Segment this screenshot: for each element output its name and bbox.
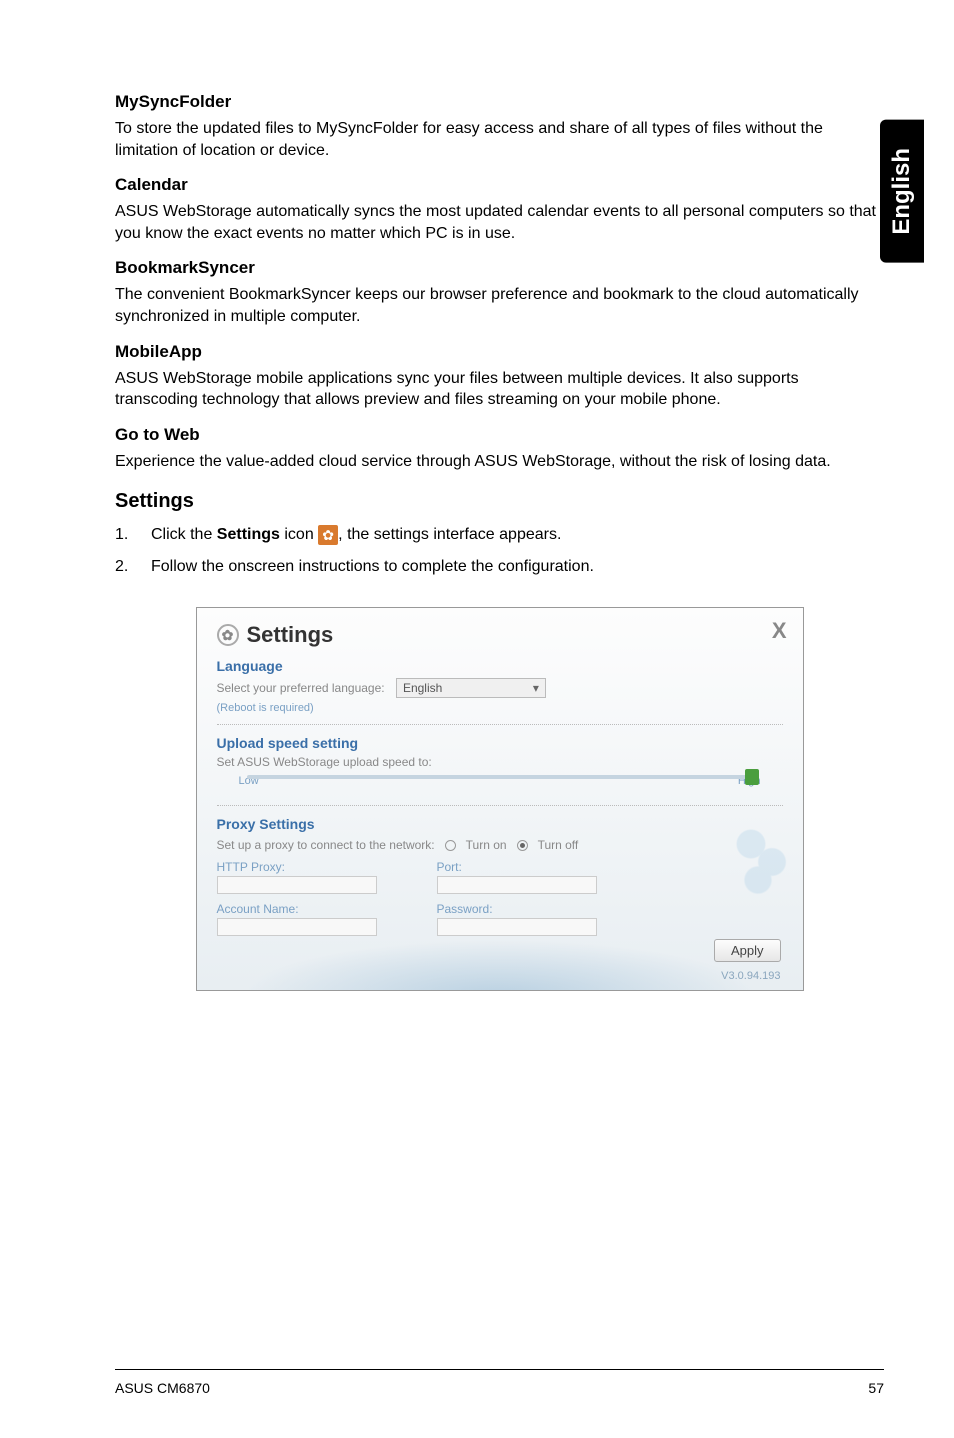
calendar-heading: Calendar — [115, 175, 884, 195]
bookmarksyncer-body: The convenient BookmarkSyncer keeps our … — [115, 284, 884, 327]
account-label: Account Name: — [217, 902, 377, 916]
proxy-turn-off-radio[interactable] — [517, 840, 528, 851]
upload-speed-slider-wrap: Low High — [217, 775, 783, 795]
proxy-account-row: Account Name: Password: — [217, 902, 783, 936]
password-field-group: Password: — [437, 902, 597, 936]
footer-model: ASUS CM6870 — [115, 1380, 210, 1396]
close-icon[interactable]: X — [772, 618, 787, 644]
language-label-text: Select your preferred language: — [217, 681, 385, 695]
language-label: Select your preferred language: English — [217, 678, 783, 698]
proxy-turn-on-label: Turn on — [466, 838, 507, 852]
dialog-title: Settings — [247, 622, 334, 648]
step-number: 2. — [115, 555, 151, 579]
proxy-turn-off-label: Turn off — [538, 838, 579, 852]
account-input[interactable] — [217, 918, 377, 936]
upload-speed-slider[interactable] — [247, 775, 753, 779]
port-input[interactable] — [437, 876, 597, 894]
settings-steps: 1. Click the Settings icon ✿, the settin… — [115, 523, 884, 579]
spacer — [217, 936, 783, 980]
gear-icon: ✿ — [217, 624, 239, 646]
account-field-group: Account Name: — [217, 902, 377, 936]
mysyncfolder-body: To store the updated files to MySyncFold… — [115, 118, 884, 161]
divider — [217, 805, 783, 806]
port-field-group: Port: — [437, 860, 597, 894]
step-1: 1. Click the Settings icon ✿, the settin… — [115, 523, 884, 547]
calendar-body: ASUS WebStorage automatically syncs the … — [115, 201, 884, 244]
language-select[interactable]: English — [396, 678, 546, 698]
settings-heading: Settings — [115, 490, 884, 513]
page-footer: ASUS CM6870 57 — [115, 1369, 884, 1396]
slider-knob-icon[interactable] — [745, 769, 759, 785]
apply-button[interactable]: Apply — [714, 939, 781, 962]
mobileapp-heading: MobileApp — [115, 342, 884, 362]
step-1-post: , the settings interface appears. — [338, 526, 561, 543]
mysyncfolder-heading: MySyncFolder — [115, 92, 884, 112]
dialog-title-row: ✿ Settings — [217, 622, 783, 648]
proxy-section-title: Proxy Settings — [217, 816, 783, 832]
step-1-pre: Click the — [151, 526, 217, 543]
proxy-toggle-row: Set up a proxy to connect to the network… — [217, 838, 783, 852]
password-label: Password: — [437, 902, 597, 916]
proxy-http-row: HTTP Proxy: Port: — [217, 860, 783, 894]
page-content: MySyncFolder To store the updated files … — [0, 0, 954, 991]
upload-section-title: Upload speed setting — [217, 735, 783, 751]
step-1-icon-pre: icon — [280, 526, 318, 543]
http-proxy-input[interactable] — [217, 876, 377, 894]
step-1-text: Click the Settings icon ✿, the settings … — [151, 523, 561, 547]
proxy-turn-on-radio[interactable] — [445, 840, 456, 851]
http-proxy-field-group: HTTP Proxy: — [217, 860, 377, 894]
step-number: 1. — [115, 523, 151, 547]
upload-label: Set ASUS WebStorage upload speed to: — [217, 755, 783, 769]
password-input[interactable] — [437, 918, 597, 936]
footer-page-number: 57 — [868, 1380, 884, 1396]
settings-dialog-screenshot: X ✿ Settings Language Select your prefer… — [196, 607, 804, 991]
step-2-text: Follow the onscreen instructions to comp… — [151, 555, 594, 579]
gotoweb-heading: Go to Web — [115, 425, 884, 445]
divider — [217, 724, 783, 725]
language-section-title: Language — [217, 658, 783, 674]
step-1-bold: Settings — [217, 526, 280, 543]
http-proxy-label: HTTP Proxy: — [217, 860, 377, 874]
mobileapp-body: ASUS WebStorage mobile applications sync… — [115, 368, 884, 411]
reboot-note: (Reboot is required) — [217, 702, 783, 714]
gotoweb-body: Experience the value-added cloud service… — [115, 451, 884, 473]
port-label: Port: — [437, 860, 597, 874]
version-label: V3.0.94.193 — [721, 970, 780, 982]
language-side-tab: English — [880, 120, 924, 263]
step-2: 2. Follow the onscreen instructions to c… — [115, 555, 884, 579]
gear-icon: ✿ — [318, 525, 338, 545]
proxy-label: Set up a proxy to connect to the network… — [217, 838, 435, 852]
bookmarksyncer-heading: BookmarkSyncer — [115, 258, 884, 278]
